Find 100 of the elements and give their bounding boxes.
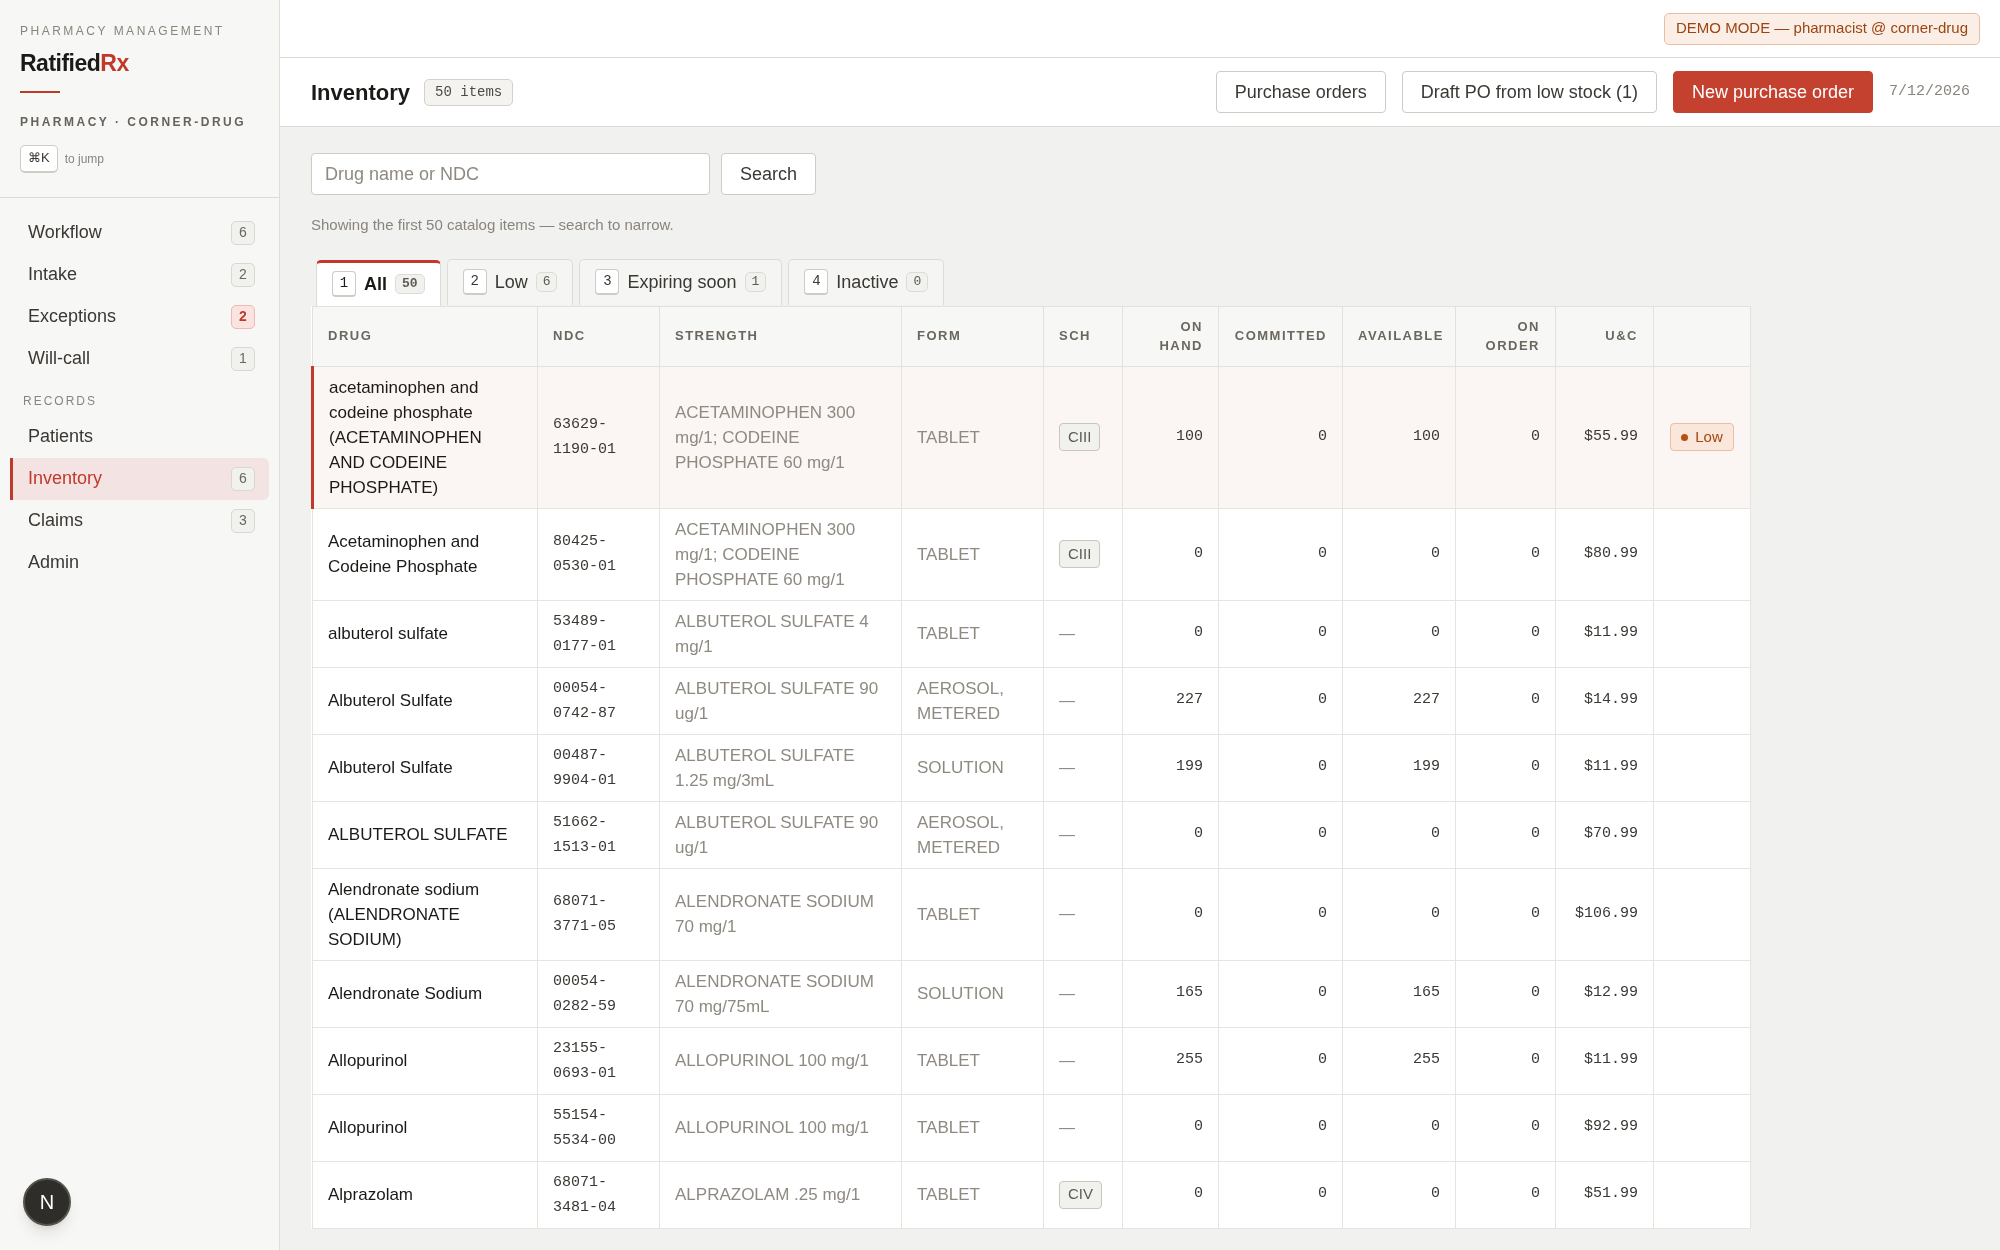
table-cell: —: [1059, 691, 1075, 709]
table-cell: 0: [1455, 667, 1556, 734]
table-cell: $70.99: [1555, 801, 1654, 868]
table-cell: 0: [1455, 600, 1556, 667]
table-cell: 100: [1342, 366, 1456, 508]
filter-tab[interactable]: 1 All 50: [316, 259, 441, 306]
table-cell: 00487-9904-01: [537, 734, 660, 801]
table-cell: ACETAMINOPHEN 300 mg/1; CODEINE PHOSPHATE 60 mg/1: [659, 366, 902, 508]
table-row[interactable]: Albuterol Sulfate 00487-9904-01 ALBUTEROL SULFATE 1.25 mg/3mL SOLUTION — 199 0 199 0 $11.99: [312, 734, 1751, 801]
table-row[interactable]: Alendronate Sodium 00054-0282-59 ALENDRONATE SODIUM 70 mg/75mL SOLUTION — 165 0 165 0 $12.99: [312, 960, 1751, 1027]
table-cell: ALLOPURINOL 100 mg/1: [659, 1094, 902, 1161]
table-cell: ACETAMINOPHEN 300 mg/1; CODEINE PHOSPHATE 60 mg/1: [659, 508, 902, 600]
nav-item[interactable]: Claims 3: [10, 499, 269, 542]
table-cell: 0: [1455, 1094, 1556, 1161]
table-cell: —: [1059, 624, 1075, 642]
table-cell: albuterol sulfate: [312, 600, 538, 667]
filter-tab[interactable]: 2 Low 6: [446, 258, 574, 305]
nav-item[interactable]: Admin: [10, 541, 269, 584]
table-row[interactable]: albuterol sulfate 53489-0177-01 ALBUTEROL SULFATE 4 mg/1 TABLET — 0 0 0 0 $11.99: [312, 600, 1751, 667]
table-cell: 0: [1218, 508, 1343, 600]
table-cell: TABLET: [901, 366, 1044, 508]
table-cell: 0: [1122, 1094, 1219, 1161]
table-cell: 51662-1513-01: [537, 801, 660, 868]
table-cell: 0: [1218, 801, 1343, 868]
primary-button[interactable]: New purchase order: [1672, 71, 1873, 113]
table-cell: —: [1059, 1118, 1075, 1136]
table-cell: Albuterol Sulfate: [312, 734, 538, 801]
table-cell: 00054-0282-59: [537, 960, 660, 1027]
section-label: RECORDS: [23, 392, 98, 410]
table-cell: 0: [1218, 1161, 1343, 1228]
table-cell: ALPRAZOLAM .25 mg/1: [659, 1161, 902, 1228]
table-cell: 0: [1122, 508, 1219, 600]
table-cell: 0: [1342, 1161, 1456, 1228]
nav-item[interactable]: Intake 2: [10, 253, 269, 296]
nav-item[interactable]: Inventory 6: [10, 457, 269, 500]
column-header: COMMITTED: [1218, 306, 1343, 366]
table-cell: AEROSOL, METERED: [901, 801, 1044, 868]
secondary-button[interactable]: Purchase orders: [1215, 71, 1386, 113]
table-row[interactable]: acetaminophen and codeine phosphate (ACETAMINOPHEN AND CODEINE PHOSPHATE) 63629-1190-01 ACETAMINOPHEN 300 mg/1; CODEINE PHOSPHATE 60 mg/1 TABLET CIII 100 0 100 0 $55.99 Low: [312, 366, 1751, 508]
column-header: U&C: [1555, 306, 1654, 366]
nav-item[interactable]: Patients: [10, 415, 269, 458]
table-cell: Allopurinol: [312, 1027, 538, 1094]
nav-item[interactable]: Workflow 6: [10, 211, 269, 254]
count-badge: 6: [231, 220, 255, 245]
search-button[interactable]: Search: [721, 153, 817, 195]
column-header: ON HAND: [1122, 306, 1219, 366]
table-cell: 23155-0693-01: [537, 1027, 660, 1094]
table-cell: 165: [1122, 960, 1219, 1027]
nav-item[interactable]: Exceptions 2: [10, 295, 269, 338]
table-cell: 165: [1342, 960, 1456, 1027]
table-cell: $106.99: [1555, 868, 1654, 960]
nav-item[interactable]: Will-call 1: [10, 337, 269, 380]
table-cell: ALLOPURINOL 100 mg/1: [659, 1027, 902, 1094]
table-cell: 0: [1342, 1094, 1456, 1161]
filter-tab[interactable]: 4 Inactive 0: [788, 258, 945, 305]
search-field[interactable]: Drug name or NDC: [311, 153, 710, 195]
table-row[interactable]: Alendronate sodium (ALENDRONATE SODIUM) 68071-3771-05 ALENDRONATE SODIUM 70 mg/1 TABLET — 0 0 0 0 $106.99: [312, 868, 1751, 960]
secondary-button[interactable]: Draft PO from low stock (1): [1401, 71, 1657, 113]
table-row[interactable]: Alprazolam 68071-3481-04 ALPRAZOLAM .25 mg/1 TABLET CIV 0 0 0 0 $51.99: [312, 1161, 1751, 1228]
table-cell: $80.99: [1555, 508, 1654, 600]
table-cell: 0: [1218, 366, 1343, 508]
table-cell: $51.99: [1555, 1161, 1654, 1228]
app-logo[interactable]: RatifiedRx: [20, 46, 129, 81]
table-cell: SOLUTION: [901, 960, 1044, 1027]
table-cell: ALBUTEROL SULFATE: [312, 801, 538, 868]
table-row[interactable]: Allopurinol 55154-5534-00 ALLOPURINOL 100 mg/1 TABLET — 0 0 0 0 $92.99: [312, 1094, 1751, 1161]
column-header: FORM: [901, 306, 1044, 366]
table-cell: 68071-3771-05: [537, 868, 660, 960]
table-row[interactable]: Acetaminophen and Codeine Phosphate 80425-0530-01 ACETAMINOPHEN 300 mg/1; CODEINE PHOSPHATE 60 mg/1 TABLET CIII 0 0 0 0 $80.99: [312, 508, 1751, 600]
table-cell: ALBUTEROL SULFATE 90 ug/1: [659, 801, 902, 868]
table-cell: 0: [1342, 801, 1456, 868]
table-cell: Albuterol Sulfate: [312, 667, 538, 734]
table-cell: TABLET: [901, 1161, 1044, 1228]
table-cell: 199: [1342, 734, 1456, 801]
schedule-badge: CIII: [1059, 423, 1101, 451]
filter-tab[interactable]: 3 Expiring soon 1: [579, 258, 783, 305]
table-cell: ALBUTEROL SULFATE 90 ug/1: [659, 667, 902, 734]
table-cell: —: [1059, 758, 1075, 776]
table-cell: TABLET: [901, 1094, 1044, 1161]
table-row[interactable]: Albuterol Sulfate 00054-0742-87 ALBUTEROL SULFATE 90 ug/1 AEROSOL, METERED — 227 0 227 0 $14.99: [312, 667, 1751, 734]
table-cell: 55154-5534-00: [537, 1094, 660, 1161]
date-label: 7/12/2026: [1889, 81, 1970, 102]
table-cell: 68071-3481-04: [537, 1161, 660, 1228]
table-cell: 0: [1455, 734, 1556, 801]
table-cell: $11.99: [1555, 600, 1654, 667]
table-row[interactable]: ALBUTEROL SULFATE 51662-1513-01 ALBUTEROL SULFATE 90 ug/1 AEROSOL, METERED — 0 0 0 0 $70.99: [312, 801, 1751, 868]
table-row[interactable]: Allopurinol 23155-0693-01 ALLOPURINOL 100 mg/1 TABLET — 255 0 255 0 $11.99: [312, 1027, 1751, 1094]
shortcut-hint: to jump: [64, 150, 105, 168]
table-cell: ALBUTEROL SULFATE 4 mg/1: [659, 600, 902, 667]
table-cell: TABLET: [901, 868, 1044, 960]
column-header: STRENGTH: [659, 306, 902, 366]
table-cell: 0: [1122, 801, 1219, 868]
table-cell: 100: [1122, 366, 1219, 508]
schedule-badge: CIII: [1059, 540, 1101, 568]
table-cell: TABLET: [901, 600, 1044, 667]
table-cell: 0: [1342, 508, 1456, 600]
table-cell: 0: [1218, 868, 1343, 960]
column-header: ON ORDER: [1455, 306, 1556, 366]
count-badge: 1: [231, 346, 255, 371]
eyebrow-label: PHARMACY MANAGEMENT: [20, 23, 226, 40]
